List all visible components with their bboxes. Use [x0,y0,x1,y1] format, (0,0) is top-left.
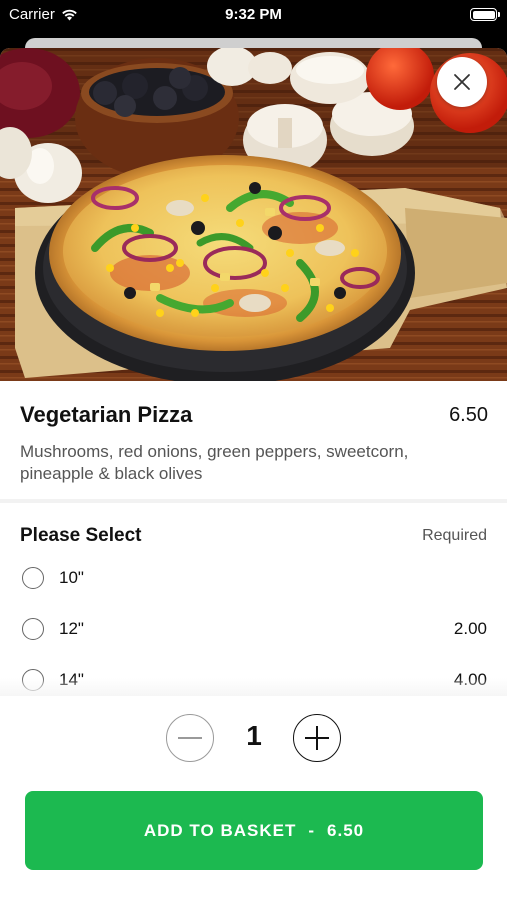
item-info: Vegetarian Pizza 6.50 Mushrooms, red oni… [0,381,507,499]
quantity-value: 1 [246,720,262,751]
option-price: 2.00 [453,619,487,638]
close-icon [454,74,470,90]
battery-icon [470,8,500,21]
pizza-photo [0,48,507,381]
minus-icon[interactable] [166,714,214,762]
item-name: Vegetarian Pizza [20,402,193,427]
option-row-10in[interactable]: 10" [0,558,507,598]
add-button-total: 6.50 [327,820,365,840]
close-button[interactable] [437,57,487,107]
option-label: 12" [59,619,84,638]
option-row-12in[interactable]: 12" 2.00 [0,609,507,649]
item-detail-sheet: Vegetarian Pizza 6.50 Mushrooms, red oni… [0,48,507,900]
option-label: 10" [59,568,84,587]
size-options: Please Select Required 10" 12" 2.00 14" … [0,503,507,693]
item-description: Mushrooms, red onions, green peppers, sw… [20,442,409,483]
status-time: 9:32 PM [225,6,282,23]
radio-button[interactable] [22,567,44,589]
item-price: 6.50 [449,404,488,426]
add-to-basket-button[interactable]: ADD TO BASKET - 6.50 [25,791,483,870]
scroll-fade [0,678,507,696]
add-button-label: ADD TO BASKET [143,820,297,840]
add-button-separator: - [308,820,316,840]
status-bar: Carrier 9:32 PM [0,0,507,30]
plus-icon[interactable] [293,714,341,762]
radio-button[interactable] [22,618,44,640]
required-label: Required [422,527,487,544]
options-title: Please Select [20,525,142,546]
